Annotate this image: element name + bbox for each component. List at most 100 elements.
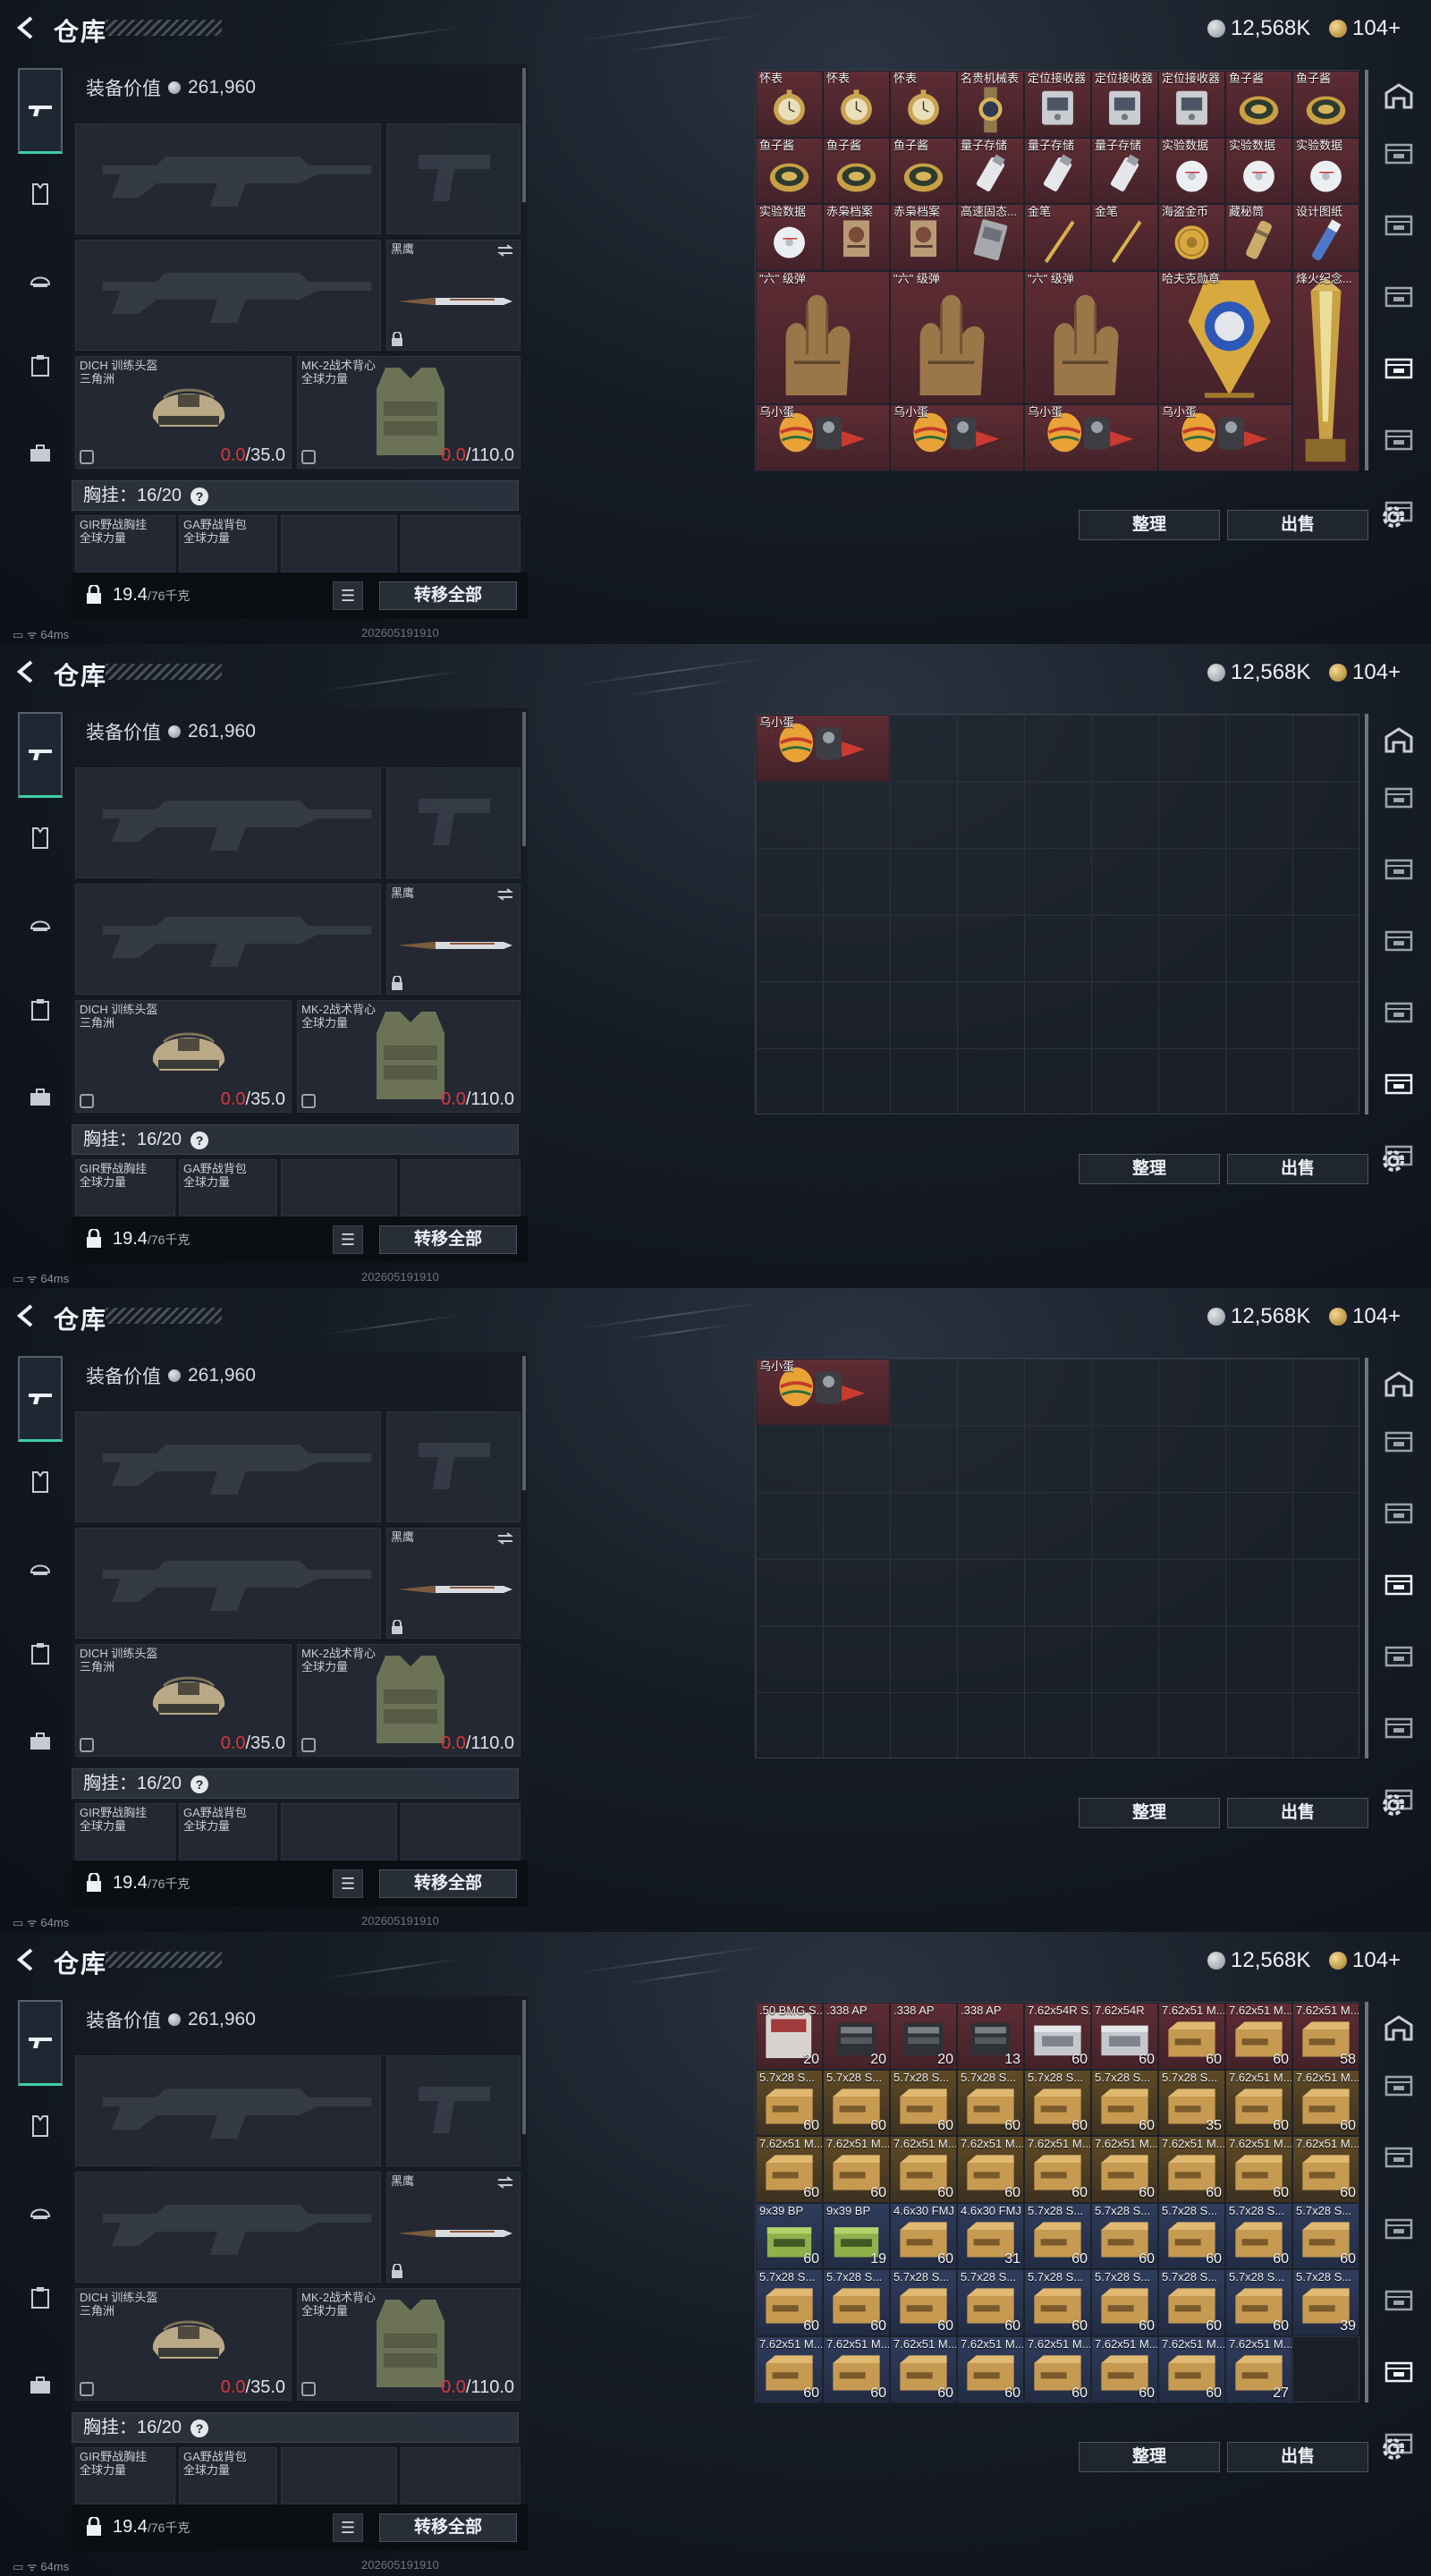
sell-button[interactable]: 出售 <box>1227 1154 1368 1184</box>
stash-item[interactable]: 怀表 <box>823 71 890 138</box>
rig-slot[interactable]: GIR野战胸挂 全球力量 <box>75 1159 175 1216</box>
tab-weapons[interactable] <box>18 712 63 798</box>
equipment-scrollbar[interactable] <box>522 2000 526 2134</box>
stash-item[interactable]: 7.62x51 M... 60 <box>1091 2336 1158 2403</box>
silver-currency[interactable]: 12,568K <box>1207 660 1310 685</box>
tab-armor[interactable] <box>18 2104 63 2148</box>
tab-helmet[interactable] <box>18 1546 63 1590</box>
stash-item[interactable]: 5.7x28 S... 60 <box>1225 2269 1292 2336</box>
transfer-all-button[interactable]: 转移全部 <box>379 2513 517 2542</box>
melee-slot[interactable]: 黑鹰 <box>386 1528 521 1639</box>
back-icon[interactable] <box>13 1302 39 1329</box>
helmet-slot[interactable]: DICH 训练头盔 三角洲 0.0/35.0 <box>75 1644 292 1757</box>
stash-item[interactable]: 5.7x28 S... 60 <box>756 2269 823 2336</box>
stash-item[interactable]: 7.62x51 M... 60 <box>1292 2136 1359 2203</box>
stash-item[interactable]: 5.7x28 S... 60 <box>756 2069 823 2137</box>
stash-item[interactable]: 鱼子酱 <box>823 137 890 205</box>
stash-item[interactable]: 5.7x28 S... 60 <box>957 2269 1024 2336</box>
stash-item[interactable]: 7.62x51 M... 60 <box>1024 2336 1091 2403</box>
back-icon[interactable] <box>13 14 39 41</box>
empty-slot[interactable] <box>281 1159 397 1216</box>
stash-item[interactable]: 7.62x51 M... 60 <box>1158 2336 1225 2403</box>
stash-item[interactable]: 鱼子酱 <box>890 137 957 205</box>
stash-item[interactable]: 5.7x28 S... 60 <box>1158 2202 1225 2270</box>
stash-page-tab[interactable] <box>1379 2072 1418 2106</box>
sort-button[interactable]: 整理 <box>1079 1154 1220 1184</box>
silver-currency[interactable]: 12,568K <box>1207 1948 1310 1973</box>
swap-icon[interactable] <box>496 244 514 257</box>
stash-item[interactable]: 7.62x51 M... 60 <box>1292 2069 1359 2137</box>
gold-currency[interactable]: 104+ <box>1329 1304 1401 1329</box>
stash-item[interactable]: .338 AP 13 <box>957 2003 1024 2070</box>
rig-slot[interactable]: GIR野战胸挂 全球力量 <box>75 1803 175 1860</box>
stash-item[interactable]: 7.62x51 M... 60 <box>1158 2003 1225 2070</box>
stash-item[interactable]: 鱼子酱 <box>1292 71 1359 138</box>
primary-weapon-slot[interactable] <box>75 123 381 234</box>
empty-slot[interactable] <box>281 2447 397 2504</box>
stash-item[interactable]: 7.62x51 M... 60 <box>823 2336 890 2403</box>
stash-item[interactable]: 金笔 <box>1091 204 1158 271</box>
tab-clipboard[interactable] <box>18 343 63 388</box>
tab-clipboard[interactable] <box>18 987 63 1032</box>
stash-page-tab[interactable] <box>1379 1499 1418 1533</box>
secondary-weapon-slot[interactable] <box>75 240 381 351</box>
armor-slot[interactable]: MK-2战术背心 全球力量 0.0/110.0 <box>297 356 521 469</box>
stash-item[interactable]: 设计图纸 <box>1292 204 1359 271</box>
helmet-slot[interactable]: DICH 训练头盔 三角洲 0.0/35.0 <box>75 2288 292 2401</box>
stash-item[interactable]: 5.7x28 S... 60 <box>890 2069 957 2137</box>
backpack-slot[interactable]: GA野战背包 全球力量 <box>179 1159 277 1216</box>
stash-page-tab[interactable] <box>1379 140 1418 174</box>
stash-item[interactable]: 乌小蛋 <box>756 1359 890 1426</box>
stash-page-tab[interactable] <box>1379 2014 1418 2048</box>
empty-slot[interactable] <box>401 1803 521 1860</box>
stash-item[interactable]: 鱼子酱 <box>1225 71 1292 138</box>
stash-item[interactable]: 7.62x51 M... 60 <box>1225 2136 1292 2203</box>
sell-button[interactable]: 出售 <box>1227 510 1368 540</box>
stash-page-tab[interactable] <box>1379 998 1418 1032</box>
stash-item[interactable]: 赤枭档案 <box>890 204 957 271</box>
stash-page-tab[interactable] <box>1379 2215 1418 2249</box>
gear-icon[interactable] <box>1377 1145 1410 1177</box>
stash-item[interactable]: 5.7x28 S... 60 <box>1091 2069 1158 2137</box>
tab-helmet[interactable] <box>18 2190 63 2234</box>
stash-page-tab[interactable] <box>1379 1370 1418 1404</box>
tab-weapons[interactable] <box>18 1356 63 1442</box>
stash-item[interactable]: 高速固态... <box>957 204 1024 271</box>
empty-slot[interactable] <box>281 515 397 572</box>
tab-armor[interactable] <box>18 1460 63 1504</box>
backpack-slot[interactable]: GA野战背包 全球力量 <box>179 1803 277 1860</box>
tab-briefcase[interactable] <box>18 1075 63 1120</box>
stash-item[interactable]: 鱼子酱 <box>756 137 823 205</box>
tab-helmet[interactable] <box>18 902 63 946</box>
stash-item[interactable]: 量子存储 <box>1091 137 1158 205</box>
stash-item[interactable]: 7.62x51 M... 60 <box>1024 2136 1091 2203</box>
swap-icon[interactable] <box>496 2176 514 2189</box>
help-icon[interactable]: ? <box>191 2419 209 2437</box>
stash-item[interactable]: 7.62x51 M... 60 <box>890 2336 957 2403</box>
armor-slot[interactable]: MK-2战术背心 全球力量 0.0/110.0 <box>297 1000 521 1113</box>
stash-item[interactable]: .338 AP 20 <box>823 2003 890 2070</box>
stash-item[interactable]: 5.7x28 S... 60 <box>1091 2202 1158 2270</box>
list-view-button[interactable]: ☰ <box>333 2513 363 2542</box>
stash-scrollbar[interactable] <box>1365 70 1368 470</box>
sell-button[interactable]: 出售 <box>1227 1798 1368 1828</box>
stash-page-tab[interactable] <box>1379 426 1418 460</box>
stash-page-tab[interactable] <box>1379 784 1418 818</box>
primary-weapon-slot[interactable] <box>75 2055 381 2166</box>
stash-item[interactable]: 5.7x28 S... 60 <box>1091 2269 1158 2336</box>
stash-item[interactable]: 7.62x51 M... 60 <box>756 2136 823 2203</box>
stash-item[interactable]: "六" 级弹 <box>756 270 890 404</box>
armor-slot[interactable]: MK-2战术背心 全球力量 0.0/110.0 <box>297 1644 521 1757</box>
stash-item[interactable]: 5.7x28 S... 60 <box>823 2269 890 2336</box>
stash-item[interactable]: 赤枭档案 <box>823 204 890 271</box>
stash-page-tab[interactable] <box>1379 726 1418 760</box>
stash-page-tab[interactable] <box>1379 855 1418 889</box>
stash-item[interactable]: .50 BMG S... 20 <box>756 2003 823 2070</box>
stash-item[interactable]: 7.62x51 M... 60 <box>756 2336 823 2403</box>
stash-item[interactable]: 4.6x30 FMJ SX 60 <box>890 2202 957 2270</box>
stash-item[interactable]: 实验数据 <box>1225 137 1292 205</box>
tab-armor[interactable] <box>18 172 63 216</box>
stash-item[interactable]: 7.62x51 M... 60 <box>890 2136 957 2203</box>
silver-currency[interactable]: 12,568K <box>1207 16 1310 41</box>
stash-item[interactable]: 怀表 <box>890 71 957 138</box>
